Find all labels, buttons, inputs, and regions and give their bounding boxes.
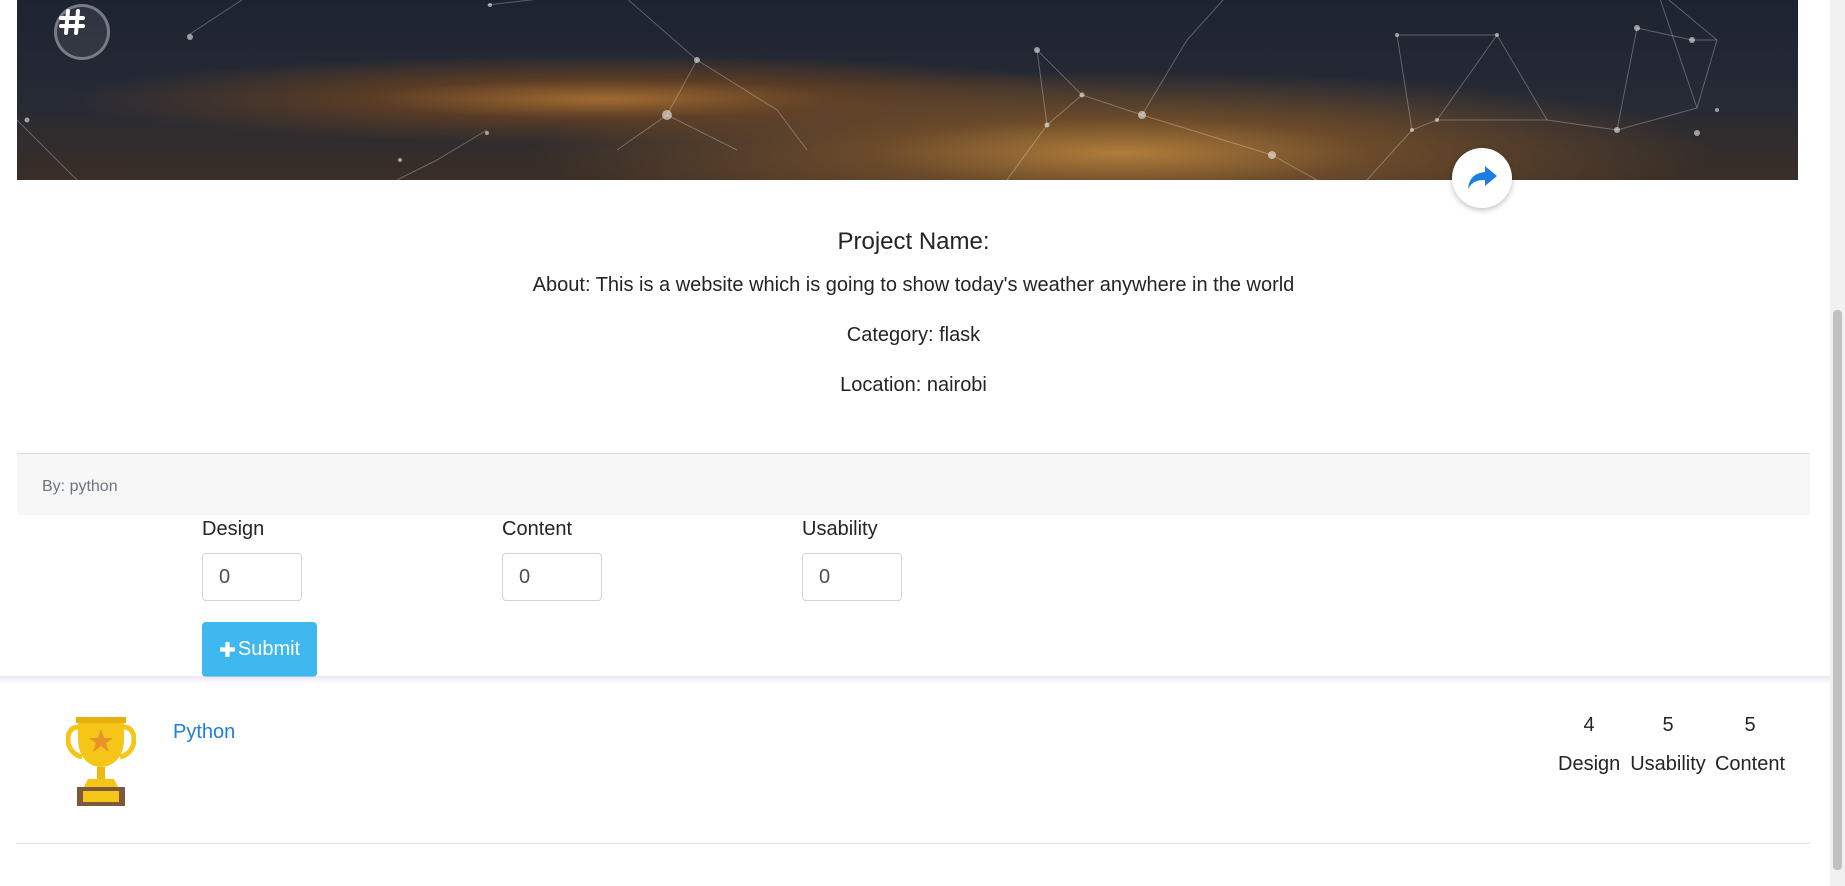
- trophy-icon: [65, 715, 137, 812]
- usability-input[interactable]: [802, 553, 902, 601]
- project-category: Category: flask: [846, 324, 981, 346]
- design-score-label: Design: [1558, 753, 1621, 775]
- design-rating-group: Design: [202, 518, 302, 601]
- project-about: About: This is a website which is going …: [532, 274, 1295, 296]
- usability-score-value: 5: [1662, 714, 1674, 736]
- content-input[interactable]: [502, 553, 602, 601]
- project-details: Project Name: About: This is a website w…: [17, 228, 1810, 424]
- share-button[interactable]: [1452, 148, 1512, 208]
- submit-label: Submit: [237, 638, 301, 660]
- card-footer: By: python: [17, 453, 1810, 515]
- author-text: By: python: [42, 478, 118, 495]
- section-divider: [0, 676, 1830, 684]
- content-score-value: 5: [1744, 714, 1756, 736]
- content-label: Content: [502, 518, 573, 540]
- hashtag-icon: [59, 9, 85, 35]
- project-name-heading: Project Name:: [837, 228, 990, 255]
- usability-score-label: Usability: [1630, 753, 1706, 775]
- project-banner-image: [17, 0, 1798, 180]
- network-lines-decoration: [17, 0, 1719, 180]
- page-scrollbar[interactable]: [1830, 0, 1845, 886]
- rater-user-link[interactable]: Python: [173, 721, 235, 744]
- scrollbar-thumb[interactable]: [1833, 310, 1842, 870]
- bottom-divider: [17, 843, 1810, 844]
- usability-rating-group: Usability: [802, 518, 902, 601]
- hashtag-badge[interactable]: [54, 4, 110, 60]
- design-score: 4 Design: [1558, 714, 1620, 776]
- content-score: 5 Content: [1714, 714, 1786, 776]
- content-score-label: Content: [1714, 753, 1786, 775]
- project-location: Location: nairobi: [840, 374, 987, 396]
- content-rating-group: Content: [502, 518, 602, 601]
- design-score-value: 4: [1583, 714, 1595, 736]
- usability-score: 5 Usability: [1628, 714, 1708, 776]
- submit-button[interactable]: Submit: [202, 622, 317, 677]
- design-label: Design: [202, 518, 265, 540]
- plus-icon: [219, 642, 235, 657]
- usability-label: Usability: [802, 518, 878, 540]
- design-input[interactable]: [202, 553, 302, 601]
- share-icon: [1468, 166, 1497, 189]
